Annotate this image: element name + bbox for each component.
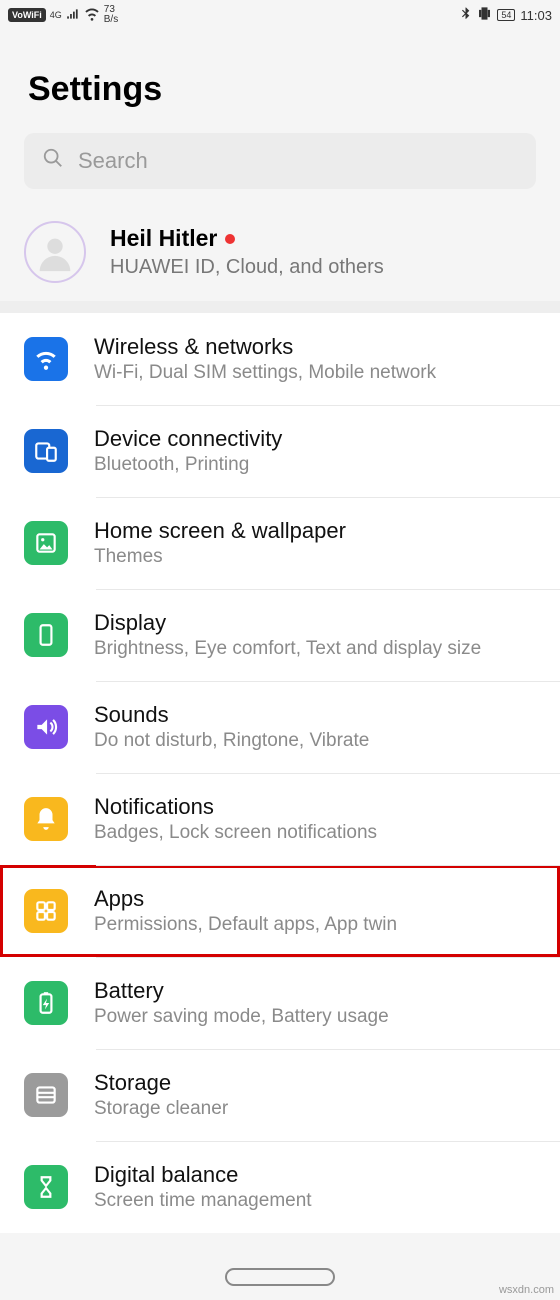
settings-item-image[interactable]: Home screen & wallpaperThemes xyxy=(0,497,560,589)
item-title: Sounds xyxy=(94,702,369,728)
status-right: 54 11:03 xyxy=(459,6,552,24)
item-title: Apps xyxy=(94,886,397,912)
wifi-icon xyxy=(84,6,100,25)
settings-item-bell[interactable]: NotificationsBadges, Lock screen notific… xyxy=(0,773,560,865)
network-speed: 73B/s xyxy=(104,5,118,25)
item-title: Wireless & networks xyxy=(94,334,436,360)
item-text: BatteryPower saving mode, Battery usage xyxy=(94,978,389,1028)
item-text: Home screen & wallpaperThemes xyxy=(94,518,346,568)
signal-icon xyxy=(66,7,80,24)
hourglass-icon xyxy=(24,1165,68,1209)
settings-list: Wireless & networksWi-Fi, Dual SIM setti… xyxy=(0,313,560,1233)
item-title: Digital balance xyxy=(94,1162,312,1188)
settings-item-storage[interactable]: StorageStorage cleaner xyxy=(0,1049,560,1141)
item-subtitle: Bluetooth, Printing xyxy=(94,454,282,476)
item-subtitle: Permissions, Default apps, App twin xyxy=(94,914,397,936)
item-title: Storage xyxy=(94,1070,228,1096)
item-text: SoundsDo not disturb, Ringtone, Vibrate xyxy=(94,702,369,752)
grid-icon xyxy=(24,889,68,933)
item-title: Device connectivity xyxy=(94,426,282,452)
settings-item-grid[interactable]: AppsPermissions, Default apps, App twin xyxy=(0,865,560,957)
avatar xyxy=(24,221,86,283)
image-icon xyxy=(24,521,68,565)
bluetooth-icon xyxy=(459,7,472,23)
settings-item-devices[interactable]: Device connectivityBluetooth, Printing xyxy=(0,405,560,497)
item-title: Battery xyxy=(94,978,389,1004)
phone-icon xyxy=(24,613,68,657)
storage-icon xyxy=(24,1073,68,1117)
item-title: Notifications xyxy=(94,794,377,820)
item-subtitle: Themes xyxy=(94,546,346,568)
item-text: Digital balanceScreen time management xyxy=(94,1162,312,1212)
item-subtitle: Storage cleaner xyxy=(94,1098,228,1120)
settings-item-battery[interactable]: BatteryPower saving mode, Battery usage xyxy=(0,957,560,1049)
search-input[interactable]: Search xyxy=(24,133,536,189)
settings-item-hourglass[interactable]: Digital balanceScreen time management xyxy=(0,1141,560,1233)
network-label: 4G xyxy=(50,11,62,19)
nav-pill[interactable] xyxy=(225,1268,335,1286)
notification-dot-icon xyxy=(225,234,235,244)
item-text: StorageStorage cleaner xyxy=(94,1070,228,1120)
settings-item-phone[interactable]: DisplayBrightness, Eye comfort, Text and… xyxy=(0,589,560,681)
vibrate-icon xyxy=(477,6,492,24)
search-icon xyxy=(42,147,64,175)
item-text: Wireless & networksWi-Fi, Dual SIM setti… xyxy=(94,334,436,384)
page-title: Settings xyxy=(0,30,560,133)
profile-row[interactable]: Heil Hitler HUAWEI ID, Cloud, and others xyxy=(0,203,560,301)
item-text: AppsPermissions, Default apps, App twin xyxy=(94,886,397,936)
profile-name: Heil Hitler xyxy=(110,225,235,252)
settings-item-sound[interactable]: SoundsDo not disturb, Ringtone, Vibrate xyxy=(0,681,560,773)
clock: 11:03 xyxy=(520,8,552,23)
search-placeholder: Search xyxy=(78,148,148,174)
devices-icon xyxy=(24,429,68,473)
profile-subtitle: HUAWEI ID, Cloud, and others xyxy=(110,256,384,279)
section-gap xyxy=(0,301,560,313)
item-text: DisplayBrightness, Eye comfort, Text and… xyxy=(94,610,481,660)
item-subtitle: Brightness, Eye comfort, Text and displa… xyxy=(94,638,481,660)
battery-icon xyxy=(24,981,68,1025)
sound-icon xyxy=(24,705,68,749)
item-subtitle: Screen time management xyxy=(94,1190,312,1212)
item-subtitle: Do not disturb, Ringtone, Vibrate xyxy=(94,730,369,752)
vowifi-badge: VoWiFi xyxy=(8,8,46,22)
settings-item-wifi[interactable]: Wireless & networksWi-Fi, Dual SIM setti… xyxy=(0,313,560,405)
item-title: Home screen & wallpaper xyxy=(94,518,346,544)
item-title: Display xyxy=(94,610,481,636)
item-subtitle: Power saving mode, Battery usage xyxy=(94,1006,389,1028)
item-subtitle: Wi-Fi, Dual SIM settings, Mobile network xyxy=(94,362,436,384)
bell-icon xyxy=(24,797,68,841)
wifi-icon xyxy=(24,337,68,381)
item-subtitle: Badges, Lock screen notifications xyxy=(94,822,377,844)
status-bar: VoWiFi 4G 73B/s 54 11:03 xyxy=(0,0,560,30)
item-text: NotificationsBadges, Lock screen notific… xyxy=(94,794,377,844)
watermark: wsxdn.com xyxy=(499,1284,554,1296)
status-left: VoWiFi 4G 73B/s xyxy=(8,5,118,25)
item-text: Device connectivityBluetooth, Printing xyxy=(94,426,282,476)
battery-indicator: 54 xyxy=(497,9,515,21)
